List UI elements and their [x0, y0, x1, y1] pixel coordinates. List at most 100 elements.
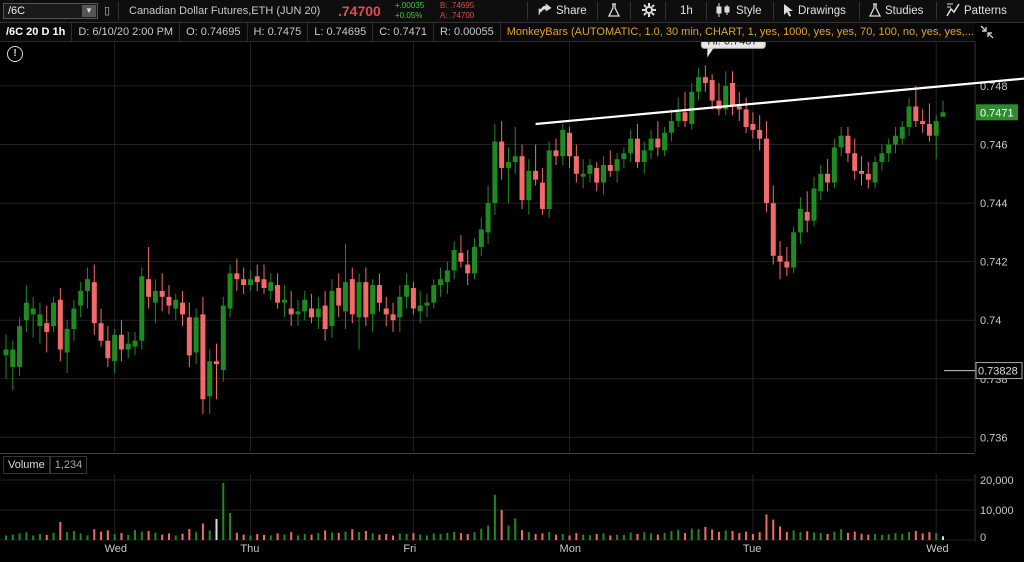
candle[interactable] [750, 112, 756, 139]
candle[interactable] [295, 299, 301, 327]
candle[interactable] [723, 71, 729, 116]
candle[interactable] [716, 83, 722, 116]
candle[interactable] [51, 296, 57, 332]
studies-button[interactable]: Studies [868, 1, 923, 21]
candle[interactable] [553, 138, 559, 165]
symbol-input[interactable]: /6C ▼ [3, 3, 98, 19]
patterns-button[interactable]: Patterns [946, 1, 1007, 21]
collapse-icon[interactable] [980, 25, 994, 39]
candle[interactable] [886, 138, 892, 163]
style-button[interactable]: Style [716, 1, 762, 21]
candle[interactable] [587, 159, 593, 183]
candle[interactable] [329, 279, 335, 338]
candle[interactable] [499, 121, 505, 180]
candle[interactable] [180, 290, 186, 327]
candle[interactable] [940, 100, 946, 117]
candle[interactable] [784, 247, 790, 277]
candle[interactable] [567, 126, 573, 168]
candle[interactable] [315, 296, 321, 329]
candle[interactable] [702, 65, 708, 92]
candle[interactable] [288, 290, 294, 327]
candle[interactable] [275, 273, 281, 309]
candle[interactable] [465, 249, 471, 286]
candle[interactable] [505, 147, 511, 204]
candle[interactable] [913, 85, 919, 127]
candle[interactable] [859, 156, 865, 186]
candle[interactable] [390, 302, 396, 332]
chevron-down-icon[interactable]: ▼ [82, 5, 96, 17]
candle[interactable] [485, 185, 491, 245]
candle[interactable] [736, 91, 742, 122]
candle[interactable] [519, 144, 525, 209]
candle[interactable] [200, 296, 206, 414]
candle[interactable] [44, 305, 50, 353]
candle[interactable] [268, 273, 274, 300]
candle[interactable] [763, 121, 769, 212]
candle[interactable] [64, 320, 70, 373]
candle[interactable] [648, 129, 654, 160]
candle[interactable] [533, 144, 539, 186]
price-chart[interactable]: 0.7480.7460.7440.7420.740.7380.736 Hi: 0… [0, 42, 1024, 452]
study-label[interactable]: MonkeyBars (AUTOMATIC, 1.0, 30 min, CHAR… [501, 23, 975, 41]
candle[interactable] [173, 293, 179, 321]
candle[interactable] [512, 126, 518, 174]
candle[interactable] [247, 270, 253, 291]
candle[interactable] [152, 279, 158, 324]
candle[interactable] [865, 162, 871, 189]
candle[interactable] [594, 162, 600, 192]
candle[interactable] [254, 264, 260, 291]
candle[interactable] [458, 235, 464, 268]
candle[interactable] [376, 273, 382, 312]
candle[interactable] [478, 217, 484, 256]
candle[interactable] [689, 83, 695, 130]
candle[interactable] [17, 317, 23, 376]
share-button[interactable]: Share [538, 1, 587, 21]
candle[interactable] [342, 244, 348, 329]
candle[interactable] [580, 159, 586, 189]
candle[interactable] [159, 273, 165, 312]
candle[interactable] [655, 121, 661, 157]
candle[interactable] [431, 279, 437, 309]
candle[interactable] [607, 150, 613, 177]
candle[interactable] [30, 296, 36, 338]
candle[interactable] [641, 141, 647, 174]
candle[interactable] [526, 159, 532, 215]
candle[interactable] [899, 121, 905, 145]
candle[interactable] [811, 176, 817, 227]
candle[interactable] [370, 279, 376, 332]
candle[interactable] [730, 71, 736, 116]
candle[interactable] [546, 141, 552, 218]
candle[interactable] [112, 329, 118, 373]
candle[interactable] [281, 285, 287, 318]
candle[interactable] [709, 74, 715, 110]
candle[interactable] [125, 331, 131, 359]
candle[interactable] [743, 97, 749, 133]
candle[interactable] [139, 267, 145, 350]
candle[interactable] [628, 129, 634, 163]
candle[interactable] [818, 165, 824, 201]
candle[interactable] [804, 191, 810, 233]
candle[interactable] [220, 296, 226, 382]
candle[interactable] [831, 138, 837, 189]
candle[interactable] [98, 308, 104, 347]
candle[interactable] [410, 282, 416, 315]
candle[interactable] [186, 302, 192, 368]
candle[interactable] [825, 159, 831, 192]
candle[interactable] [777, 241, 783, 280]
candle[interactable] [146, 247, 152, 309]
candle[interactable] [213, 343, 219, 400]
candle[interactable] [892, 126, 898, 154]
candle[interactable] [634, 124, 640, 168]
candle[interactable] [234, 258, 240, 291]
symbol-settings-icon[interactable]: ▯ [104, 4, 110, 17]
candle[interactable] [791, 226, 797, 274]
candle[interactable] [417, 290, 423, 324]
candle[interactable] [573, 144, 579, 183]
alert-icon[interactable]: ! [7, 46, 23, 62]
candle[interactable] [383, 296, 389, 327]
candle[interactable] [614, 153, 620, 183]
candle[interactable] [322, 290, 328, 341]
candle[interactable] [302, 290, 308, 321]
drawings-button[interactable]: Drawings [783, 1, 846, 21]
candle[interactable] [207, 349, 213, 414]
